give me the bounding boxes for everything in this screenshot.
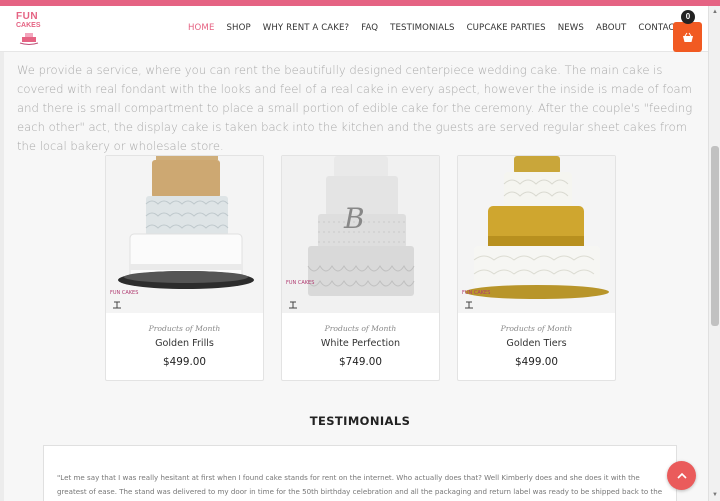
product-image[interactable]: B FUN CAKES xyxy=(282,156,439,313)
site-header: FUN CAKES HOME SHOP WHY RENT A CAKE? FAQ… xyxy=(0,6,708,52)
product-category: Products of Month xyxy=(148,324,221,333)
left-edge xyxy=(0,52,4,501)
svg-text:FUN CAKES: FUN CAKES xyxy=(462,290,490,296)
shopping-basket-icon xyxy=(682,32,693,42)
nav-home[interactable]: HOME xyxy=(188,23,214,33)
nav-testimonials[interactable]: TESTIMONIALS xyxy=(390,23,454,33)
testimonials-heading: TESTIMONIALS xyxy=(309,414,411,428)
logo-line1: FUN xyxy=(16,11,39,22)
product-card[interactable]: B FUN CAKES Products of Month White Perf… xyxy=(281,155,440,381)
chevron-up-icon xyxy=(676,472,687,479)
cart-button[interactable] xyxy=(673,22,702,52)
product-name[interactable]: White Perfection xyxy=(282,338,439,349)
product-category: Products of Month xyxy=(324,324,397,333)
testimonial-card: "Let me say that I was really hesitant a… xyxy=(43,445,677,501)
svg-text:B: B xyxy=(343,202,365,235)
nav-cupcake-parties[interactable]: CUPCAKE PARTIES xyxy=(467,23,546,33)
cake-icon xyxy=(19,33,39,45)
nav-about[interactable]: ABOUT xyxy=(596,23,626,33)
product-image[interactable]: FUN CAKES xyxy=(106,156,263,313)
nav-why-rent[interactable]: WHY RENT A CAKE? xyxy=(263,23,349,33)
intro-paragraph: We provide a service, where you can rent… xyxy=(17,63,693,153)
product-card[interactable]: FUN CAKES Products of Month Golden Tiers… xyxy=(457,155,616,381)
product-category: Products of Month xyxy=(500,324,573,333)
product-price: $749.00 xyxy=(339,356,382,368)
main-nav: HOME SHOP WHY RENT A CAKE? FAQ TESTIMONI… xyxy=(188,23,692,33)
product-card[interactable]: FUN CAKES Products of Month Golden Frill… xyxy=(105,155,264,381)
page-scrollbar[interactable]: ▲ ▼ xyxy=(708,6,720,501)
product-price: $499.00 xyxy=(515,356,558,368)
svg-text:FUN CAKES: FUN CAKES xyxy=(286,280,314,286)
scroll-down-arrow-icon[interactable]: ▼ xyxy=(711,491,719,499)
site-logo[interactable]: FUN CAKES xyxy=(16,12,42,50)
nav-news[interactable]: NEWS xyxy=(558,23,584,33)
nav-faq[interactable]: FAQ xyxy=(361,23,378,33)
product-image[interactable]: FUN CAKES xyxy=(458,156,615,313)
scrollbar-thumb[interactable] xyxy=(711,146,719,326)
cart-count-badge: 0 xyxy=(681,10,695,24)
nav-shop[interactable]: SHOP xyxy=(226,23,250,33)
scroll-up-arrow-icon[interactable]: ▲ xyxy=(711,8,719,16)
product-price: $499.00 xyxy=(163,356,206,368)
svg-text:FUN CAKES: FUN CAKES xyxy=(110,290,138,296)
scroll-to-top-button[interactable] xyxy=(667,461,696,490)
testimonial-quote: "Let me say that I was really hesitant a… xyxy=(57,473,663,496)
product-name[interactable]: Golden Frills xyxy=(106,338,263,349)
logo-line2: CAKES xyxy=(16,22,41,29)
product-name[interactable]: Golden Tiers xyxy=(458,338,615,349)
